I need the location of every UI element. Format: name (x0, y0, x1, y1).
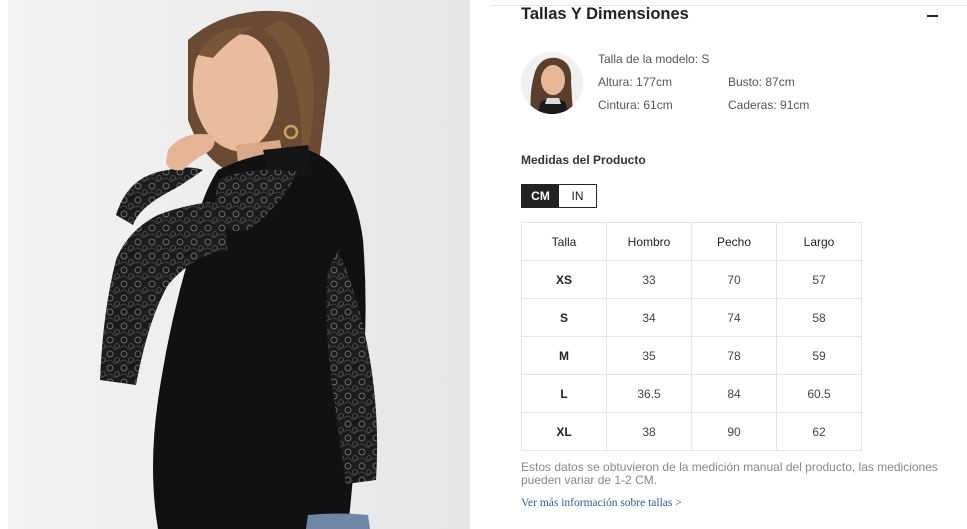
model-height: Altura: 177cm (598, 75, 673, 89)
chest-cell: 90 (691, 412, 777, 451)
column-header: Pecho (691, 222, 777, 261)
model-waist: Cintura: 61cm (598, 98, 673, 112)
measurement-note: Estos datos se obtuvieron de la medición… (521, 460, 938, 487)
chest-cell: 74 (691, 298, 777, 337)
shoulder-cell: 34 (606, 298, 692, 337)
unit-in-button[interactable]: IN (559, 185, 596, 207)
length-cell: 62 (776, 412, 862, 451)
size-cell: M (521, 336, 607, 375)
table-row: L 36.5 84 60.5 (521, 374, 862, 413)
length-cell: 59 (776, 336, 862, 375)
column-header: Talla (521, 222, 607, 261)
model-photo (100, 10, 378, 529)
more-size-info-link[interactable]: Ver más información sobre tallas > (521, 497, 682, 509)
model-avatar (521, 52, 583, 114)
shoulder-cell: 38 (606, 412, 692, 451)
shoulder-cell: 36.5 (606, 374, 692, 413)
size-cell: XS (521, 260, 607, 299)
column-header: Hombro (606, 222, 692, 261)
product-image (8, 0, 470, 529)
length-cell: 60.5 (776, 374, 862, 413)
chest-cell: 70 (691, 260, 777, 299)
table-row: M 35 78 59 (521, 336, 862, 375)
model-bust: Busto: 87cm (728, 75, 795, 89)
model-size: Talla de la modelo: S (598, 52, 710, 66)
size-table: Talla Hombro Pecho Largo XS 33 70 57 S 3… (521, 222, 862, 451)
size-section-title: Tallas Y Dimensiones (521, 5, 689, 23)
model-hips: Caderas: 91cm (728, 98, 810, 112)
table-row: S 34 74 58 (521, 298, 862, 337)
table-header-row: Talla Hombro Pecho Largo (521, 222, 862, 261)
chest-cell: 78 (691, 336, 777, 375)
shoulder-cell: 33 (606, 260, 692, 299)
unit-cm-button[interactable]: CM (522, 185, 559, 207)
size-cell: L (521, 374, 607, 413)
length-cell: 57 (776, 260, 862, 299)
shoulder-cell: 35 (606, 336, 692, 375)
table-row: XS 33 70 57 (521, 260, 862, 299)
size-cell: S (521, 298, 607, 337)
chest-cell: 84 (691, 374, 777, 413)
collapse-icon[interactable] (927, 15, 938, 17)
size-cell: XL (521, 412, 607, 451)
column-header: Largo (776, 222, 862, 261)
unit-toggle: CM IN (521, 184, 597, 208)
length-cell: 58 (776, 298, 862, 337)
model-avatar-image (521, 52, 583, 114)
product-measurements-title: Medidas del Producto (521, 153, 646, 167)
table-row: XL 38 90 62 (521, 412, 862, 451)
